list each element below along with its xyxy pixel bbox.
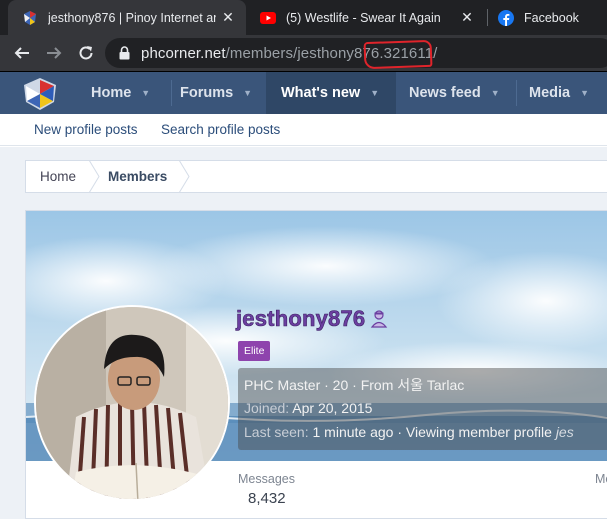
caret-down-icon[interactable]: ▼	[580, 88, 589, 98]
breadcrumb: Home Members	[25, 160, 607, 193]
forward-button[interactable]	[41, 40, 67, 66]
joined-line: Joined: Apr 20, 2015	[244, 400, 372, 416]
last-seen-line: Last seen: 1 minute ago · Viewing member…	[244, 424, 574, 440]
nav-media[interactable]: Media ▼	[517, 72, 607, 114]
stat-messages-value[interactable]: 8,432	[248, 490, 286, 507]
tab-title: (5) Westlife - Swear It Again	[286, 10, 441, 25]
url-text: phcorner.net/members/jesthony876.321611/	[141, 45, 437, 62]
avatar[interactable]	[34, 305, 230, 501]
nav-news-feed[interactable]: News feed ▼	[396, 72, 516, 114]
last-seen-label: Last seen:	[244, 424, 309, 440]
reload-icon	[79, 46, 93, 60]
back-button[interactable]	[9, 40, 35, 66]
url-path: /members/jesthony876.321611/	[225, 44, 438, 62]
browser-toolbar: phcorner.net/members/jesthony876.321611/	[0, 35, 607, 71]
nav-home[interactable]: Home ▼	[78, 72, 173, 114]
close-icon[interactable]: ✕	[459, 9, 475, 26]
rank-badge: Elite	[238, 341, 271, 361]
search-profile-posts-link[interactable]: Search profile posts	[161, 122, 280, 137]
phcorner-logo-icon	[22, 10, 38, 26]
site-nav-bar: Home ▼ Forums ▼ What's new ▼ News feed ▼ Med…	[0, 71, 607, 114]
breadcrumb-members[interactable]: Members	[108, 169, 167, 184]
profile-title-line: PHC Master · 20 · From 서울 Tarlac	[244, 377, 465, 393]
sub-nav-bar: New profile posts Search profile posts	[0, 114, 607, 146]
arrow-left-icon	[14, 47, 29, 59]
tab-phcorner[interactable]: jesthony876 | Pinoy Internet and ✕	[8, 0, 246, 35]
reload-button[interactable]	[73, 40, 99, 66]
profile-info-box: PHC Master · 20 · From 서울 Tarlac Joined:…	[238, 368, 607, 450]
caret-down-icon[interactable]: ▼	[491, 88, 500, 98]
tab-facebook[interactable]: Facebook	[488, 0, 607, 35]
caret-down-icon[interactable]: ▼	[243, 88, 252, 98]
browser-tab-strip: jesthony876 | Pinoy Internet and ✕ (5) W…	[0, 0, 607, 35]
nav-label: What's new	[281, 85, 361, 101]
new-profile-posts-link[interactable]: New profile posts	[34, 122, 138, 137]
nav-label: Forums	[180, 85, 234, 101]
nav-label: News feed	[409, 85, 481, 101]
stat-next-label: Me	[595, 472, 607, 486]
stat-messages-label: Messages	[238, 472, 295, 486]
url-host: phcorner.net	[141, 44, 226, 62]
nav-whats-new[interactable]: What's new ▼	[266, 72, 396, 114]
avatar-photo	[36, 307, 228, 499]
tab-title: Facebook	[524, 10, 579, 25]
youtube-icon	[260, 10, 276, 26]
caret-down-icon[interactable]: ▼	[141, 88, 150, 98]
phcorner-logo-icon[interactable]	[22, 77, 58, 111]
username-text: jesthony876	[236, 306, 366, 332]
last-seen-value[interactable]: 1 minute ago · Viewing member profile	[313, 424, 552, 440]
caret-down-icon[interactable]: ▼	[370, 88, 379, 98]
lock-icon	[117, 45, 131, 61]
joined-label: Joined:	[244, 400, 290, 416]
user-spy-icon	[371, 310, 388, 328]
nav-label: Media	[529, 85, 571, 101]
chevron-right-icon	[178, 160, 190, 193]
tab-youtube[interactable]: (5) Westlife - Swear It Again ✕	[250, 0, 485, 35]
joined-value: Apr 20, 2015	[292, 400, 373, 416]
arrow-right-icon	[47, 47, 62, 59]
nav-forums[interactable]: Forums ▼	[172, 72, 266, 114]
last-seen-trailing: jes	[555, 424, 574, 440]
address-bar[interactable]: phcorner.net/members/jesthony876.321611/	[105, 38, 607, 68]
nav-label: Home	[91, 85, 132, 101]
profile-username: jesthony876	[236, 306, 389, 332]
close-icon[interactable]: ✕	[220, 9, 236, 26]
facebook-icon	[498, 9, 514, 26]
chevron-right-icon	[88, 160, 100, 193]
tab-title: jesthony876 | Pinoy Internet and	[48, 10, 216, 25]
breadcrumb-home[interactable]: Home	[40, 169, 76, 184]
